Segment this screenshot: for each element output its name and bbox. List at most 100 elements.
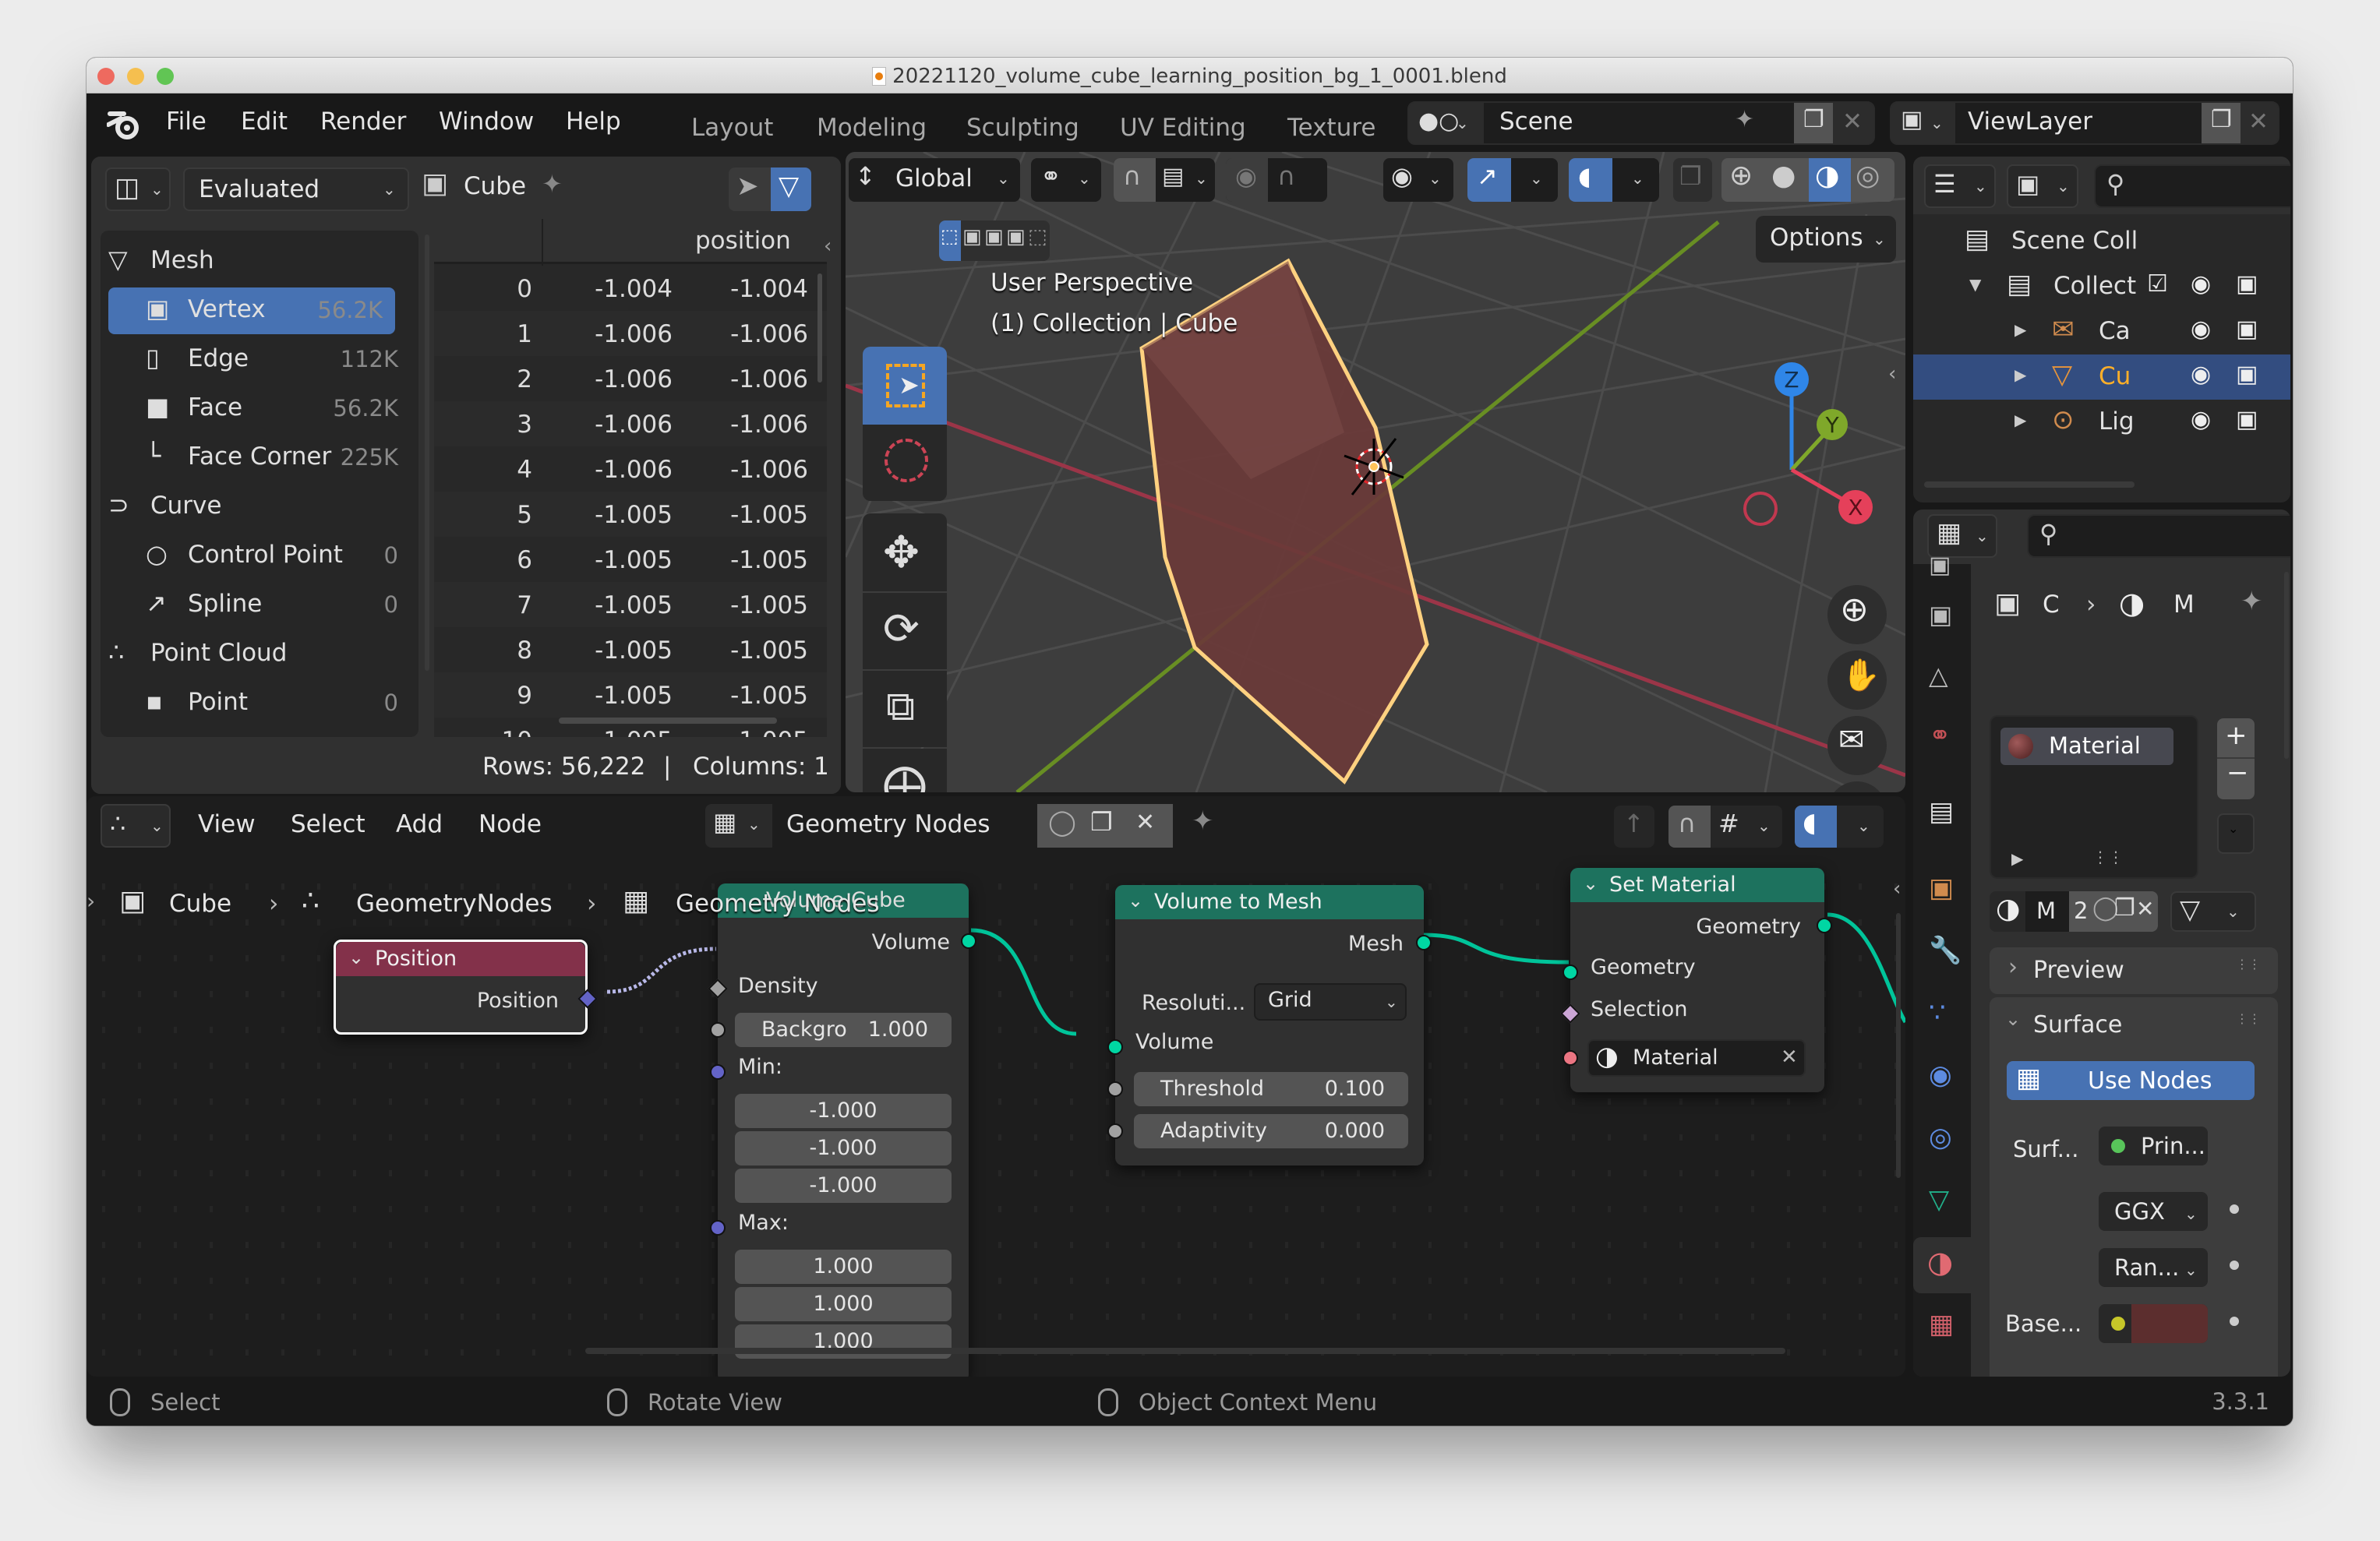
solid-shading-icon[interactable]: ● [1771, 160, 1796, 192]
slot-specials-dropdown[interactable]: ⌄ [2217, 813, 2255, 854]
mesh-output-socket[interactable] [1416, 935, 1432, 950]
eye-icon[interactable]: ◉ [2191, 316, 2211, 343]
dataset-tree-item[interactable]: ⊃ Curve [101, 484, 418, 531]
outliner-item[interactable]: ▤ Scene Coll [1913, 219, 2290, 264]
fake-user-icon[interactable]: ◯ [1048, 807, 1076, 837]
outliner-editor-type[interactable]: ☰ ⌄ [1924, 164, 1996, 208]
pivot-point-dropdown[interactable]: ⚭ ⌄ [1031, 158, 1101, 202]
remove-slot-button[interactable]: − [2226, 757, 2249, 788]
max-input-socket[interactable] [710, 1220, 726, 1236]
menu-add[interactable]: Add [396, 810, 443, 838]
dataset-tree-item[interactable]: ∴ Point Cloud [101, 631, 418, 678]
gizmo-dropdown[interactable]: ↗ ⌄ [1467, 158, 1558, 202]
tab-scene[interactable]: △ [1921, 654, 1968, 701]
resolution-mode-dropdown[interactable]: Grid ⌄ [1254, 983, 1407, 1021]
delete-view-layer-icon[interactable]: ✕ [2248, 108, 2269, 136]
dataset-tree-item[interactable]: ○ Control Point 0 [101, 533, 418, 580]
snap-toggle[interactable]: ∩ [1114, 158, 1156, 202]
duplicate-icon[interactable]: ❐ [2114, 894, 2135, 922]
camera-view-button[interactable]: ✉ [1827, 716, 1887, 775]
options-dropdown[interactable]: Options ⌄ [1756, 216, 1896, 263]
min-input-socket[interactable] [710, 1064, 726, 1080]
render-camera-icon[interactable]: ▣ [2236, 316, 2258, 343]
snap-grid-icon[interactable]: # [1718, 809, 1739, 838]
dataset-tree-item[interactable]: ▽ Mesh [101, 238, 418, 285]
object-visibility-dropdown[interactable]: ◉ ⌄ [1383, 158, 1453, 202]
tab-object[interactable]: ▣ [1921, 868, 1968, 915]
tab-material[interactable]: ◑ [1913, 1237, 1971, 1293]
use-nodes-button[interactable]: ▦ Use Nodes [2007, 1061, 2255, 1100]
overlays-dropdown[interactable]: ◖ ⌄ [1569, 158, 1659, 202]
gizmo-toggle[interactable]: ↗ [1467, 158, 1511, 202]
node-volume-cube[interactable]: Volume Cube Volume Density Backgro 1.000 … [708, 883, 976, 1377]
background-input-socket[interactable] [710, 1022, 726, 1038]
node-overlays-toggle[interactable]: ◖ [1795, 806, 1837, 848]
material-name-field[interactable]: M [2036, 897, 2056, 924]
menu-node[interactable]: Node [478, 810, 542, 838]
table-vertical-scrollbar[interactable] [817, 273, 822, 383]
eye-icon[interactable]: ◉ [2191, 406, 2211, 433]
neg-x-handle[interactable] [1743, 492, 1778, 526]
scale-tool[interactable]: ⧉ [863, 671, 947, 747]
link-type-dropdown[interactable]: ▽ ⌄ [2170, 891, 2256, 932]
socket-link-dot[interactable] [2230, 1317, 2239, 1326]
pin-icon[interactable]: ✦ [542, 169, 563, 199]
proportional-editing-dropdown[interactable]: ◉ ∩ [1226, 158, 1327, 202]
blender-logo-icon[interactable] [107, 109, 141, 140]
node-editor-horizontal-scrollbar[interactable] [585, 1348, 1785, 1354]
properties-search-input[interactable]: ⚲ [2027, 514, 2290, 558]
min-y-field[interactable]: -1.000 [735, 1131, 952, 1165]
workspace-tab-layout[interactable]: Layout [691, 114, 773, 142]
add-slot-button[interactable]: + [2225, 720, 2248, 751]
tab-world[interactable]: ⚭ [1921, 715, 1968, 762]
transform-tool[interactable]: ⨁ [863, 749, 947, 792]
node-editor-vertical-scrollbar[interactable] [1896, 913, 1901, 1178]
threshold-field[interactable]: Threshold 0.100 [1134, 1072, 1408, 1106]
material-datablock-selector[interactable]: ◑ M 2 ◯ ❐ ✕ [1990, 891, 2158, 932]
node-overlays-dropdown[interactable]: ◖ ⌄ [1795, 806, 1884, 848]
drag-handle-icon[interactable]: ⋮⋮ [2236, 1011, 2261, 1026]
evaluation-mode-dropdown[interactable]: Evaluated ⌄ [183, 168, 409, 211]
transform-orientation-dropdown[interactable]: ↕ Global ⌄ [849, 158, 1020, 202]
dataset-tree-item[interactable]: ▪ Point 0 [101, 680, 418, 727]
min-x-field[interactable]: -1.000 [735, 1094, 952, 1128]
subsurface-method-dropdown[interactable]: Ran... ⌄ [2099, 1248, 2208, 1287]
node-position[interactable]: ⌄ Position Position [334, 940, 598, 1035]
rendered-shading-icon[interactable]: ◎ [1856, 160, 1880, 192]
workspace-tab-texture[interactable]: Texture [1287, 114, 1375, 142]
drag-handle-icon[interactable]: ⋮⋮ [2236, 957, 2261, 972]
outliner-item[interactable]: ▶ ▽ Cu ◉ ▣ [1913, 354, 2290, 400]
dataset-tree-item[interactable]: ▯ Edge 112K [101, 337, 418, 383]
tab-texture[interactable]: ▦ [1921, 1304, 1968, 1351]
render-camera-icon[interactable]: ▣ [2236, 270, 2258, 298]
node-editor[interactable]: ∴ ⌄ View Select Add Node ▦ ⌄ Geometry Nod… [87, 796, 1905, 1377]
tab-particles[interactable]: ∵ [1921, 993, 1968, 1039]
selected-only-icon[interactable]: ➤ [736, 171, 759, 202]
select-subtract-icon[interactable]: ▣ [984, 225, 1004, 249]
select-extend-icon[interactable]: ▣ [962, 225, 982, 249]
xray-toggle[interactable]: ❐ [1673, 158, 1712, 202]
view-layer-name[interactable]: ViewLayer [1968, 108, 2092, 136]
tab-collection[interactable]: ▤ [1921, 792, 1968, 838]
expand-list-icon[interactable]: ▶ [2011, 849, 2023, 868]
overlays-toggle[interactable]: ◖ [1569, 158, 1612, 202]
properties-scrollbar[interactable] [2284, 572, 2289, 759]
volume-input-socket[interactable] [1107, 1039, 1123, 1055]
render-camera-icon[interactable]: ▣ [2236, 361, 2258, 388]
column-header-position[interactable]: position [695, 227, 791, 255]
adaptivity-field[interactable]: Adaptivity 0.000 [1134, 1114, 1408, 1148]
pin-icon[interactable]: ✦ [1192, 806, 1214, 837]
node-set-material[interactable]: ⌄ Set Material Geometry Geometry Selecti… [1560, 868, 1832, 1092]
move-tool[interactable]: ✥ [863, 513, 947, 591]
geometry-input-socket[interactable] [1563, 964, 1578, 980]
material-preview-shading-button[interactable]: ◑ [1809, 158, 1851, 202]
geometry-output-socket[interactable] [1817, 918, 1832, 933]
3d-viewport[interactable]: ↕ Global ⌄ ⚭ ⌄ ∩ ▤ ⌄ ◉ ∩ ◉ ⌄ ↗ ⌄ ◖ ⌄ ❐ ⊕ ● ◑ ◎ … [846, 152, 1905, 792]
clear-material-icon[interactable]: ✕ [1781, 1046, 1798, 1069]
workspace-tab-modeling[interactable]: Modeling [817, 114, 927, 142]
scene-name[interactable]: Scene [1499, 108, 1573, 136]
editor-type-button[interactable]: ◫ ⌄ [105, 168, 171, 211]
delete-scene-icon[interactable]: ✕ [1842, 108, 1863, 136]
socket-link-dot[interactable] [2230, 1204, 2239, 1214]
collapse-node-icon[interactable]: ⌄ [348, 947, 364, 968]
